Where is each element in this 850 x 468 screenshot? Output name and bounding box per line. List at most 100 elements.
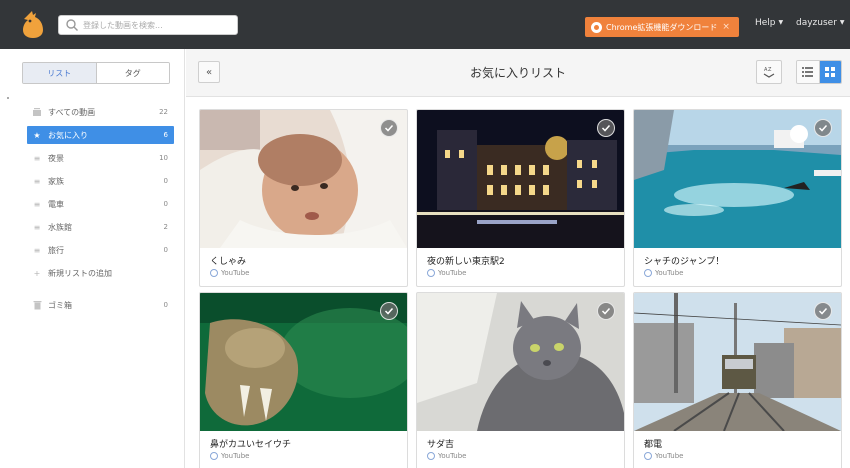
sidebar-item-all-videos[interactable]: すべての動画 22 bbox=[27, 103, 174, 121]
help-menu[interactable]: Help ▼ bbox=[755, 18, 783, 28]
sidebar-item-count: 0 bbox=[163, 246, 168, 254]
youtube-icon bbox=[427, 452, 435, 460]
favorite-check-button[interactable] bbox=[597, 302, 615, 320]
bird-logo-icon[interactable] bbox=[20, 11, 46, 39]
video-thumbnail[interactable] bbox=[634, 110, 841, 248]
tab-tags[interactable]: タグ bbox=[96, 63, 169, 83]
caret-down-icon: ▼ bbox=[778, 19, 784, 26]
star-icon: ★ bbox=[33, 130, 41, 140]
sidebar-item-count: 10 bbox=[159, 154, 168, 162]
video-card[interactable]: シャチのジャンプ！ YouTube bbox=[633, 109, 842, 287]
sort-button[interactable]: A Z bbox=[756, 60, 782, 84]
user-menu[interactable]: dayzuser ▼ bbox=[796, 18, 845, 28]
video-card[interactable]: サダ吉 YouTube bbox=[416, 292, 625, 468]
sort-icon: A Z bbox=[763, 67, 775, 78]
video-source: YouTube bbox=[427, 269, 466, 277]
search-icon bbox=[66, 19, 78, 31]
chrome-extension-label: Chrome拡張機能ダウンロード bbox=[606, 22, 718, 32]
sidebar-item-travel[interactable]: ≡ 旅行 0 bbox=[27, 241, 174, 259]
view-toggle bbox=[796, 60, 842, 84]
sidebar-item-label: 夜景 bbox=[48, 153, 64, 163]
video-source: YouTube bbox=[427, 452, 466, 460]
youtube-icon bbox=[644, 452, 652, 460]
sidebar-item-train[interactable]: ≡ 電車 0 bbox=[27, 195, 174, 213]
grid-view-button[interactable] bbox=[819, 61, 841, 83]
video-source-label: YouTube bbox=[655, 269, 684, 277]
list-view-button[interactable] bbox=[797, 61, 820, 83]
sidebar-item-count: 0 bbox=[163, 200, 168, 208]
collapse-sidebar-button[interactable]: « bbox=[198, 61, 220, 83]
youtube-icon bbox=[210, 452, 218, 460]
sidebar-item-night-view[interactable]: ≡ 夜景 10 bbox=[27, 149, 174, 167]
sidebar-item-count: 6 bbox=[163, 131, 168, 139]
favorite-check-button[interactable] bbox=[814, 119, 832, 137]
check-icon bbox=[384, 307, 394, 315]
video-title[interactable]: シャチのジャンプ！ bbox=[644, 254, 724, 267]
list-icon: ≡ bbox=[33, 199, 41, 209]
video-thumbnail[interactable] bbox=[634, 293, 841, 431]
sidebar-tabs: リスト タグ bbox=[22, 62, 170, 84]
tab-list[interactable]: リスト bbox=[23, 63, 97, 83]
plus-icon: + bbox=[33, 268, 41, 278]
page-title: お気に入りリスト bbox=[469, 66, 566, 80]
video-card[interactable]: 都電 YouTube bbox=[633, 292, 842, 468]
sidebar-item-aquarium[interactable]: ≡ 水族館 2 bbox=[27, 218, 174, 236]
chrome-icon bbox=[591, 21, 602, 33]
video-thumbnail[interactable] bbox=[200, 293, 407, 431]
sidebar-item-label: ゴミ箱 bbox=[48, 300, 72, 310]
video-card[interactable]: くしゃみ YouTube bbox=[199, 109, 408, 287]
content-header: « お気に入りリスト A Z bbox=[186, 49, 850, 97]
sidebar-item-label: お気に入り bbox=[48, 130, 88, 140]
video-thumbnail[interactable] bbox=[417, 110, 624, 248]
video-source-label: YouTube bbox=[655, 452, 684, 460]
help-label: Help bbox=[755, 18, 776, 28]
video-title[interactable]: 夜の新しい東京駅2 bbox=[427, 254, 505, 267]
check-icon bbox=[384, 124, 394, 132]
grid-view-icon bbox=[825, 67, 836, 77]
list-icon: ≡ bbox=[33, 222, 41, 232]
youtube-icon bbox=[427, 269, 435, 277]
video-source: YouTube bbox=[644, 269, 683, 277]
add-list-button[interactable]: + 新規リストの追加 bbox=[27, 264, 174, 282]
list-icon: ≡ bbox=[33, 153, 41, 163]
video-card[interactable]: 夜の新しい東京駅2 YouTube bbox=[416, 109, 625, 287]
list-icon: ≡ bbox=[33, 245, 41, 255]
favorite-check-button[interactable] bbox=[814, 302, 832, 320]
close-icon[interactable]: × bbox=[722, 22, 730, 32]
user-name: dayzuser bbox=[796, 18, 837, 28]
search-input[interactable] bbox=[83, 20, 233, 30]
sidebar-item-label: すべての動画 bbox=[48, 107, 96, 117]
chrome-extension-button[interactable]: Chrome拡張機能ダウンロード × bbox=[585, 17, 739, 37]
add-list-label: 新規リストの追加 bbox=[48, 268, 112, 278]
sidebar-item-favorites[interactable]: ★ お気に入り 6 bbox=[27, 126, 174, 144]
favorite-check-button[interactable] bbox=[380, 302, 398, 320]
video-card[interactable]: 鼻がカユいセイウチ YouTube bbox=[199, 292, 408, 468]
check-icon bbox=[601, 307, 611, 315]
video-title[interactable]: 都電 bbox=[644, 437, 662, 450]
list-icon: ≡ bbox=[33, 176, 41, 186]
sidebar-item-label: 水族館 bbox=[48, 222, 72, 232]
collapse-handle[interactable] bbox=[7, 97, 9, 99]
sidebar-item-label: 旅行 bbox=[48, 245, 64, 255]
video-title[interactable]: 鼻がカユいセイウチ bbox=[210, 437, 291, 450]
check-icon bbox=[818, 307, 828, 315]
sidebar-item-trash[interactable]: ゴミ箱 0 bbox=[27, 296, 174, 314]
top-bar: Chrome拡張機能ダウンロード × Help▼ dayzuser▼ bbox=[0, 0, 850, 49]
video-thumbnail[interactable] bbox=[417, 293, 624, 431]
favorite-check-button[interactable] bbox=[380, 119, 398, 137]
sidebar-item-count: 2 bbox=[163, 223, 168, 231]
video-source: YouTube bbox=[210, 269, 249, 277]
check-icon bbox=[601, 124, 611, 132]
sidebar-item-count: 22 bbox=[159, 108, 168, 116]
check-icon bbox=[818, 124, 828, 132]
sidebar-item-family[interactable]: ≡ 家族 0 bbox=[27, 172, 174, 190]
search-box[interactable] bbox=[58, 15, 238, 35]
svg-text:Z: Z bbox=[768, 67, 772, 73]
favorite-check-button[interactable] bbox=[597, 119, 615, 137]
sidebar: リスト タグ すべての動画 22 ★ お気に入り 6 ≡ 夜景 10 ≡ 家族 … bbox=[0, 49, 185, 468]
video-title[interactable]: サダ吉 bbox=[427, 437, 454, 450]
sidebar-item-label: 家族 bbox=[48, 176, 64, 186]
video-title[interactable]: くしゃみ bbox=[210, 254, 246, 267]
video-thumbnail[interactable] bbox=[200, 110, 407, 248]
trash-icon bbox=[32, 300, 42, 310]
